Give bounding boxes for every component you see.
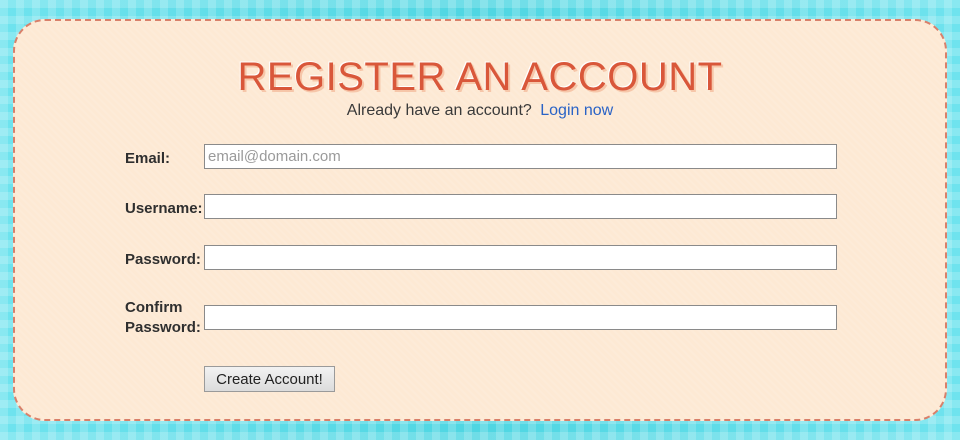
- confirm-password-label-line2: Password:: [125, 319, 201, 336]
- username-row: Username:: [125, 194, 841, 224]
- email-field[interactable]: [204, 144, 837, 169]
- email-row: Email:: [125, 144, 841, 174]
- password-field[interactable]: [204, 245, 837, 270]
- login-link[interactable]: Login now: [540, 102, 613, 119]
- password-label: Password:: [125, 251, 201, 268]
- confirm-password-label-line1: Confirm: [125, 299, 183, 316]
- username-label: Username:: [125, 200, 203, 217]
- confirm-password-label: Confirm Password:: [125, 298, 205, 338]
- login-prompt: Already have an account? Login now: [15, 101, 945, 121]
- register-panel: REGISTER AN ACCOUNT Already have an acco…: [13, 19, 947, 421]
- email-label: Email:: [125, 150, 171, 167]
- username-field[interactable]: [204, 194, 837, 219]
- login-prompt-text: Already have an account?: [346, 102, 532, 119]
- create-account-button[interactable]: Create Account!: [204, 366, 335, 392]
- confirm-password-field[interactable]: [204, 305, 837, 330]
- confirm-password-row: Confirm Password:: [125, 298, 841, 343]
- page-title: REGISTER AN ACCOUNT: [237, 55, 723, 99]
- password-row: Password:: [125, 245, 841, 275]
